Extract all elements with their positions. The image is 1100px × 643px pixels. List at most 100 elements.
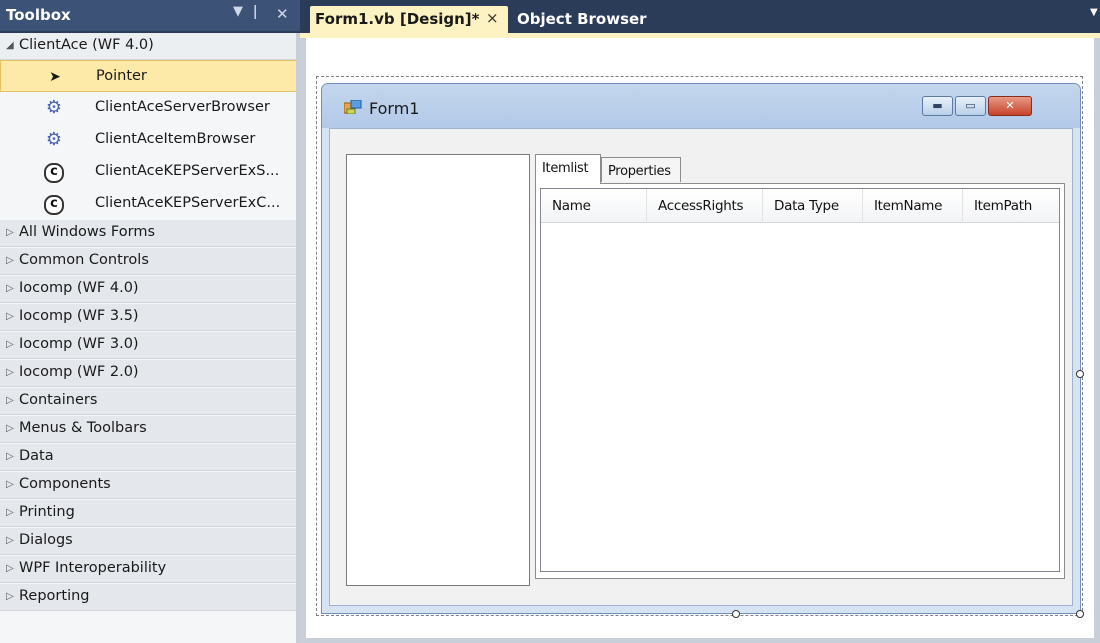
- tool-pointer[interactable]: ➤ Pointer: [0, 60, 300, 92]
- resize-handle-right[interactable]: [1076, 370, 1084, 378]
- toolbox-title: Toolbox: [6, 6, 71, 24]
- dropdown-arrow-icon[interactable]: ▼: [233, 4, 243, 19]
- tool-clientace-kepserver-c[interactable]: c ClientAceKEPServerExC...: [0, 188, 300, 220]
- toolbox-group[interactable]: ▷ Menus & Toolbars: [0, 416, 300, 443]
- close-button[interactable]: ✕: [988, 96, 1032, 116]
- toolbox-group[interactable]: ▷ Dialogs: [0, 528, 300, 555]
- tool-clientace-item-browser[interactable]: ⚙ ClientAceItemBrowser: [0, 124, 300, 156]
- maximize-button[interactable]: ▭: [955, 96, 986, 116]
- tool-label: ClientAceItemBrowser: [95, 131, 256, 147]
- collapsed-triangle-icon: ▷: [6, 255, 14, 266]
- form-titlebar: Form1 ▬ ▭ ✕: [322, 84, 1080, 128]
- group-label: Iocomp (WF 3.5): [19, 308, 139, 324]
- form-client-area: Itemlist Properties Name AccessRights Da…: [329, 128, 1073, 606]
- tab-page-itemlist: Name AccessRights Data Type ItemName Ite: [535, 183, 1065, 579]
- toolbox-group[interactable]: ▷ Reporting: [0, 584, 300, 611]
- group-label: ClientAce (WF 4.0): [19, 37, 154, 53]
- group-label: Iocomp (WF 4.0): [19, 280, 139, 296]
- clientace-logo-icon: c: [44, 195, 64, 215]
- toolbox-group[interactable]: ▷ WPF Interoperability: [0, 556, 300, 583]
- form-window[interactable]: Form1 ▬ ▭ ✕ Itemlist Properties Name Acc…: [321, 83, 1081, 614]
- toolbox-group[interactable]: ▷ Iocomp (WF 2.0): [0, 360, 300, 387]
- tab-label: Properties: [608, 164, 671, 179]
- toolbox-header: Toolbox ▼ ꟾ ✕: [0, 0, 300, 33]
- server-browser-control[interactable]: [346, 154, 530, 586]
- group-label: Iocomp (WF 3.0): [19, 336, 139, 352]
- collapsed-triangle-icon: ▷: [6, 507, 14, 518]
- pointer-arrow-icon: ➤: [49, 69, 61, 85]
- tab-label: Itemlist: [542, 161, 589, 176]
- tab-control: Itemlist Properties Name AccessRights Da…: [535, 154, 1065, 579]
- column-header-name[interactable]: Name: [541, 189, 647, 223]
- toolbox-group[interactable]: ▷ Iocomp (WF 3.0): [0, 332, 300, 359]
- designer-bottom-border: [300, 638, 1100, 643]
- gear-icon: ⚙: [45, 129, 63, 150]
- tab-form1-design[interactable]: Form1.vb [Design]* ×: [310, 6, 508, 33]
- tool-clientace-kepserver-s[interactable]: c ClientAceKEPServerExS...: [0, 156, 300, 188]
- column-label: ItemPath: [974, 198, 1032, 214]
- toolbox-group[interactable]: ▷ Common Controls: [0, 248, 300, 275]
- collapsed-triangle-icon: ▷: [6, 283, 14, 294]
- tab-overflow-icon[interactable]: ▼: [1090, 7, 1100, 18]
- tool-label: ClientAceServerBrowser: [95, 99, 270, 115]
- collapsed-triangle-icon: ▷: [6, 591, 14, 602]
- tab-properties[interactable]: Properties: [601, 157, 681, 182]
- toolbox-group[interactable]: ▷ Iocomp (WF 4.0): [0, 276, 300, 303]
- gear-icon: ⚙: [45, 97, 63, 118]
- group-label: Containers: [19, 392, 98, 408]
- collapsed-triangle-icon: ▷: [6, 367, 14, 378]
- toolbox-group[interactable]: ▷ All Windows Forms: [0, 220, 300, 247]
- column-label: AccessRights: [658, 198, 744, 214]
- toolbox-group[interactable]: ▷ Printing: [0, 500, 300, 527]
- listview-header: Name AccessRights Data Type ItemName Ite: [541, 189, 1059, 223]
- toolbox-group[interactable]: ▷ Components: [0, 472, 300, 499]
- group-label: Dialogs: [19, 532, 73, 548]
- collapsed-triangle-icon: ▷: [6, 227, 14, 238]
- collapsed-triangle-icon: ▷: [6, 423, 14, 434]
- toolbox-body: ◢ ClientAce (WF 4.0) ➤ Pointer ⚙ ClientA…: [0, 33, 300, 643]
- collapsed-triangle-icon: ▷: [6, 563, 14, 574]
- column-label: ItemName: [874, 198, 943, 214]
- tool-label: ClientAceKEPServerExS...: [95, 163, 280, 179]
- toolbox-group-clientace[interactable]: ◢ ClientAce (WF 4.0): [0, 33, 300, 60]
- minimize-button[interactable]: ▬: [922, 96, 953, 116]
- clientace-logo-icon: c: [44, 163, 64, 183]
- close-icon[interactable]: ✕: [276, 5, 289, 23]
- toolbox-group[interactable]: ▷ Iocomp (WF 3.5): [0, 304, 300, 331]
- collapsed-triangle-icon: ▷: [6, 479, 14, 490]
- group-label: Common Controls: [19, 252, 149, 268]
- tab-label: Form1.vb [Design]*: [315, 10, 480, 28]
- group-label: Reporting: [19, 588, 90, 604]
- form-icon: [344, 100, 362, 114]
- close-icon[interactable]: ×: [486, 9, 499, 27]
- form-title: Form1: [369, 99, 420, 118]
- resize-handle-bottom[interactable]: [732, 610, 740, 618]
- group-label: All Windows Forms: [19, 224, 156, 240]
- column-header-item-name[interactable]: ItemName: [863, 189, 963, 223]
- toolbox-group[interactable]: ▷ Containers: [0, 388, 300, 415]
- collapsed-triangle-icon: ▷: [6, 311, 14, 322]
- pin-icon[interactable]: ꟾ: [253, 5, 257, 23]
- collapsed-triangle-icon: ▷: [6, 451, 14, 462]
- resize-handle-corner[interactable]: [1076, 610, 1084, 618]
- group-label: Menus & Toolbars: [19, 420, 147, 436]
- column-label: Data Type: [774, 198, 839, 214]
- group-label: Printing: [19, 504, 75, 520]
- tab-itemlist[interactable]: Itemlist: [535, 154, 601, 184]
- tool-label: ClientAceKEPServerExC...: [95, 195, 281, 211]
- column-header-data-type[interactable]: Data Type: [763, 189, 863, 223]
- group-label: WPF Interoperability: [19, 560, 167, 576]
- column-header-item-path[interactable]: ItemPath: [963, 189, 1059, 223]
- expanded-triangle-icon: ◢: [6, 40, 14, 51]
- collapsed-triangle-icon: ▷: [6, 339, 14, 350]
- group-label: Components: [19, 476, 111, 492]
- collapsed-triangle-icon: ▷: [6, 535, 14, 546]
- tool-label: Pointer: [96, 68, 147, 84]
- tool-clientace-server-browser[interactable]: ⚙ ClientAceServerBrowser: [0, 92, 300, 124]
- column-header-access-rights[interactable]: AccessRights: [647, 189, 763, 223]
- tab-label: Object Browser: [517, 10, 647, 28]
- toolbox-group[interactable]: ▷ Data: [0, 444, 300, 471]
- itemlist-listview[interactable]: Name AccessRights Data Type ItemName Ite: [540, 188, 1060, 572]
- collapsed-triangle-icon: ▷: [6, 395, 14, 406]
- group-label: Iocomp (WF 2.0): [19, 364, 139, 380]
